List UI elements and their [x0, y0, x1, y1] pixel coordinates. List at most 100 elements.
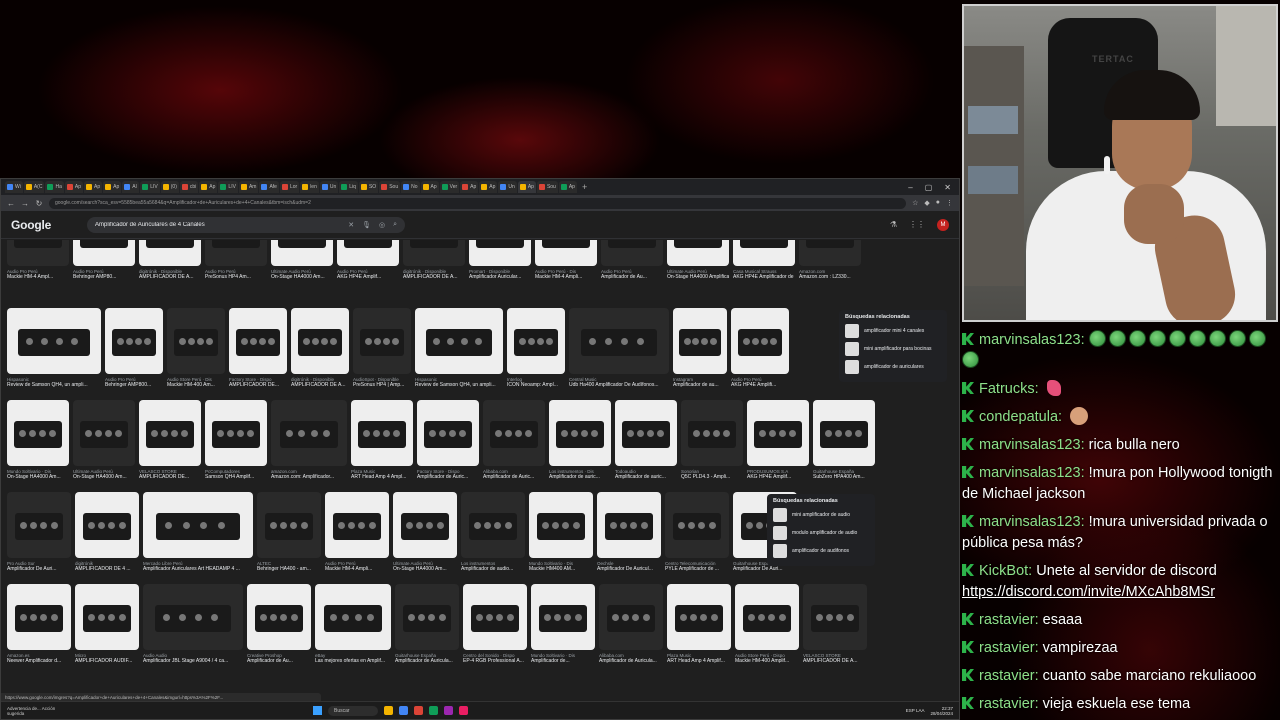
product-thumbnail[interactable] [353, 308, 411, 374]
product-thumbnail[interactable] [531, 584, 595, 650]
product-thumbnail[interactable] [469, 240, 531, 266]
new-tab-button[interactable]: + [582, 182, 587, 192]
result-title[interactable]: Mackie HM400 AM... [529, 566, 593, 572]
image-result[interactable]: eBay Las mejores ofertas en Amplif... [315, 584, 391, 680]
result-title[interactable]: Amplificador de Auricula... [395, 658, 459, 664]
menu-icon[interactable]: ⋮ [946, 199, 953, 207]
product-thumbnail[interactable] [507, 308, 565, 374]
result-title[interactable]: PreSonus HP4 | Amp... [353, 382, 411, 388]
image-result[interactable]: Audio Pro Perú Behringer AMP80... [73, 240, 135, 296]
chrome-icon[interactable] [414, 706, 423, 715]
result-title[interactable]: Amplificador De Auri... [7, 566, 71, 572]
product-thumbnail[interactable] [7, 400, 69, 466]
chat-username[interactable]: rastavier [979, 640, 1035, 656]
image-result[interactable]: Audio Store Perú · Dispo Mackie HM-400 Am… [735, 584, 799, 680]
result-title[interactable]: AMPLIFICADOR DE A... [139, 274, 201, 280]
image-result[interactable]: Audio Pro Perú AKG HP4E Amplifi... [731, 308, 789, 404]
language-indicator[interactable]: ESP LAA [906, 708, 925, 713]
related-search-item[interactable]: amplificador de audifonos [773, 544, 869, 558]
image-result[interactable]: Audio Audio Amplificador JBL Stage A9004 … [143, 584, 243, 680]
product-thumbnail[interactable] [483, 400, 545, 466]
result-title[interactable]: Mackie HM-400 Am... [167, 382, 225, 388]
product-thumbnail[interactable] [7, 240, 69, 266]
image-result[interactable]: Ultimate Audio Perú On-Stage HA4000 Am... [271, 240, 333, 296]
result-title[interactable]: On-Stage HA4000 Am... [393, 566, 457, 572]
related-search-item[interactable]: mini amplificador de audio [773, 508, 869, 522]
image-result[interactable]: Audio Pro Perú Amplificador de Au... [601, 240, 663, 296]
clear-icon[interactable]: ✕ [348, 221, 354, 229]
browser-tab[interactable]: Ver [439, 181, 460, 193]
browser-tab[interactable]: Ap [84, 181, 103, 193]
product-thumbnail[interactable] [205, 400, 267, 466]
result-title[interactable]: AMPLIFICADOR DE A... [403, 274, 465, 280]
result-title[interactable]: ART Head Amp 4 Ampl... [351, 474, 413, 480]
result-title[interactable]: Behringer AMP80... [73, 274, 135, 280]
product-thumbnail[interactable] [139, 240, 201, 266]
browser-tab[interactable]: Ap [103, 181, 122, 193]
product-thumbnail[interactable] [667, 584, 731, 650]
extension-icon[interactable]: ◆ [924, 199, 929, 207]
google-logo[interactable]: Google [11, 218, 71, 232]
product-thumbnail[interactable] [463, 584, 527, 650]
image-result[interactable]: Audio Pro Perú · Dis Mackie HM-4 Ampli... [535, 240, 597, 296]
image-result[interactable]: Hispasonic Review de Samson QH4, un ampli… [7, 308, 101, 404]
image-result[interactable]: Mundo Soltivario · Dis Mackie HM400 AM... [529, 492, 593, 588]
clock[interactable]: 22:37 28/04/2024 [930, 706, 953, 716]
product-thumbnail[interactable] [731, 308, 789, 374]
product-thumbnail[interactable] [461, 492, 525, 558]
browser-tab[interactable]: Al [122, 181, 140, 193]
product-thumbnail[interactable] [337, 240, 399, 266]
result-title[interactable]: Neewer Amplificador d... [7, 658, 71, 664]
product-thumbnail[interactable] [205, 240, 267, 266]
chat-username[interactable]: marvinsalas123 [979, 465, 1081, 481]
result-title[interactable]: SubZero HPA400 Am... [813, 474, 875, 480]
product-thumbnail[interactable] [747, 400, 809, 466]
browser-tab[interactable]: Lor [279, 181, 300, 193]
product-thumbnail[interactable] [7, 308, 101, 374]
browser-tab[interactable]: Afe [259, 181, 279, 193]
image-result[interactable]: Mundo Soltivario · Dis On-Stage HA4000 Am… [7, 400, 69, 496]
image-result[interactable]: Micro AMPLIFICADOR AUDIF... [75, 584, 139, 680]
chat-link[interactable]: https://discord.com/invite/MXcAhb8MSr [962, 584, 1215, 600]
result-title[interactable]: Amplificador JBL Stage A9004 / 4 ca... [143, 658, 243, 664]
result-title[interactable]: AMPLIFICADOR DE A... [291, 382, 349, 388]
image-result[interactable]: Audio Pro Perú Mackie HM-4 Ampl... [7, 240, 69, 296]
result-title[interactable]: Amplificador de... [531, 658, 595, 664]
product-thumbnail[interactable] [415, 308, 503, 374]
result-title[interactable]: Amplificador De Auri... [733, 566, 797, 572]
image-result[interactable]: Plaza Music ART Head Amp 4 Ampl... [351, 400, 413, 496]
file-explorer-icon[interactable] [384, 706, 393, 715]
image-result[interactable]: Centro del Sonido · Dispo EP-4 RGB Profes… [463, 584, 527, 680]
chat-username[interactable]: KickBot [979, 563, 1028, 579]
browser-tab[interactable]: No [401, 181, 420, 193]
result-title[interactable]: Amplificador de Au... [247, 658, 311, 664]
product-thumbnail[interactable] [73, 240, 135, 266]
image-result[interactable]: Guitarhouse España Amplificador de Auricu… [395, 584, 459, 680]
image-result[interactable]: VELASCO STORE AMPLIFICADOR DE A... [803, 584, 867, 680]
image-result[interactable]: Ultimate Audio Perú On-Stage HA4000 Ampli… [667, 240, 729, 296]
product-thumbnail[interactable] [549, 400, 611, 466]
lens-icon[interactable]: ◎ [379, 221, 385, 229]
browser-tab[interactable]: Ap [558, 181, 577, 193]
avatar[interactable]: M [937, 218, 949, 231]
image-result[interactable]: Audio Pro Perú Behringer AMP800... [105, 308, 163, 404]
result-title[interactable]: Mackie HM-400 Amplif... [735, 658, 799, 664]
product-thumbnail[interactable] [271, 400, 347, 466]
product-thumbnail[interactable] [569, 308, 669, 374]
result-title[interactable]: Amplificador De Auricul... [597, 566, 661, 572]
result-title[interactable]: Amplificador de au... [673, 382, 727, 388]
edge-icon[interactable] [399, 706, 408, 715]
minimize-button[interactable]: – [908, 183, 912, 192]
product-thumbnail[interactable] [393, 492, 457, 558]
result-title[interactable]: ART Head Amp 4 Amplif... [667, 658, 731, 664]
image-result[interactable]: Interlog ICON Neoamp: Ampl... [507, 308, 565, 404]
browser-tab[interactable]: Ap [460, 181, 479, 193]
image-result[interactable]: Ultimate Audio Perú On-Stage HA4000 Am... [393, 492, 457, 588]
result-title[interactable]: Amplificador de Auricula... [599, 658, 663, 664]
image-result[interactable]: PRODUSUMOS S.A AKG HP4E Amplif... [747, 400, 809, 496]
forward-icon[interactable]: → [21, 199, 29, 208]
image-result[interactable]: Amazon.es Neewer Amplificador d... [7, 584, 71, 680]
image-result[interactable]: Factory Store · Dispo AMPLIFICADOR DE... [229, 308, 287, 404]
product-thumbnail[interactable] [597, 492, 661, 558]
back-icon[interactable]: ← [7, 199, 15, 208]
